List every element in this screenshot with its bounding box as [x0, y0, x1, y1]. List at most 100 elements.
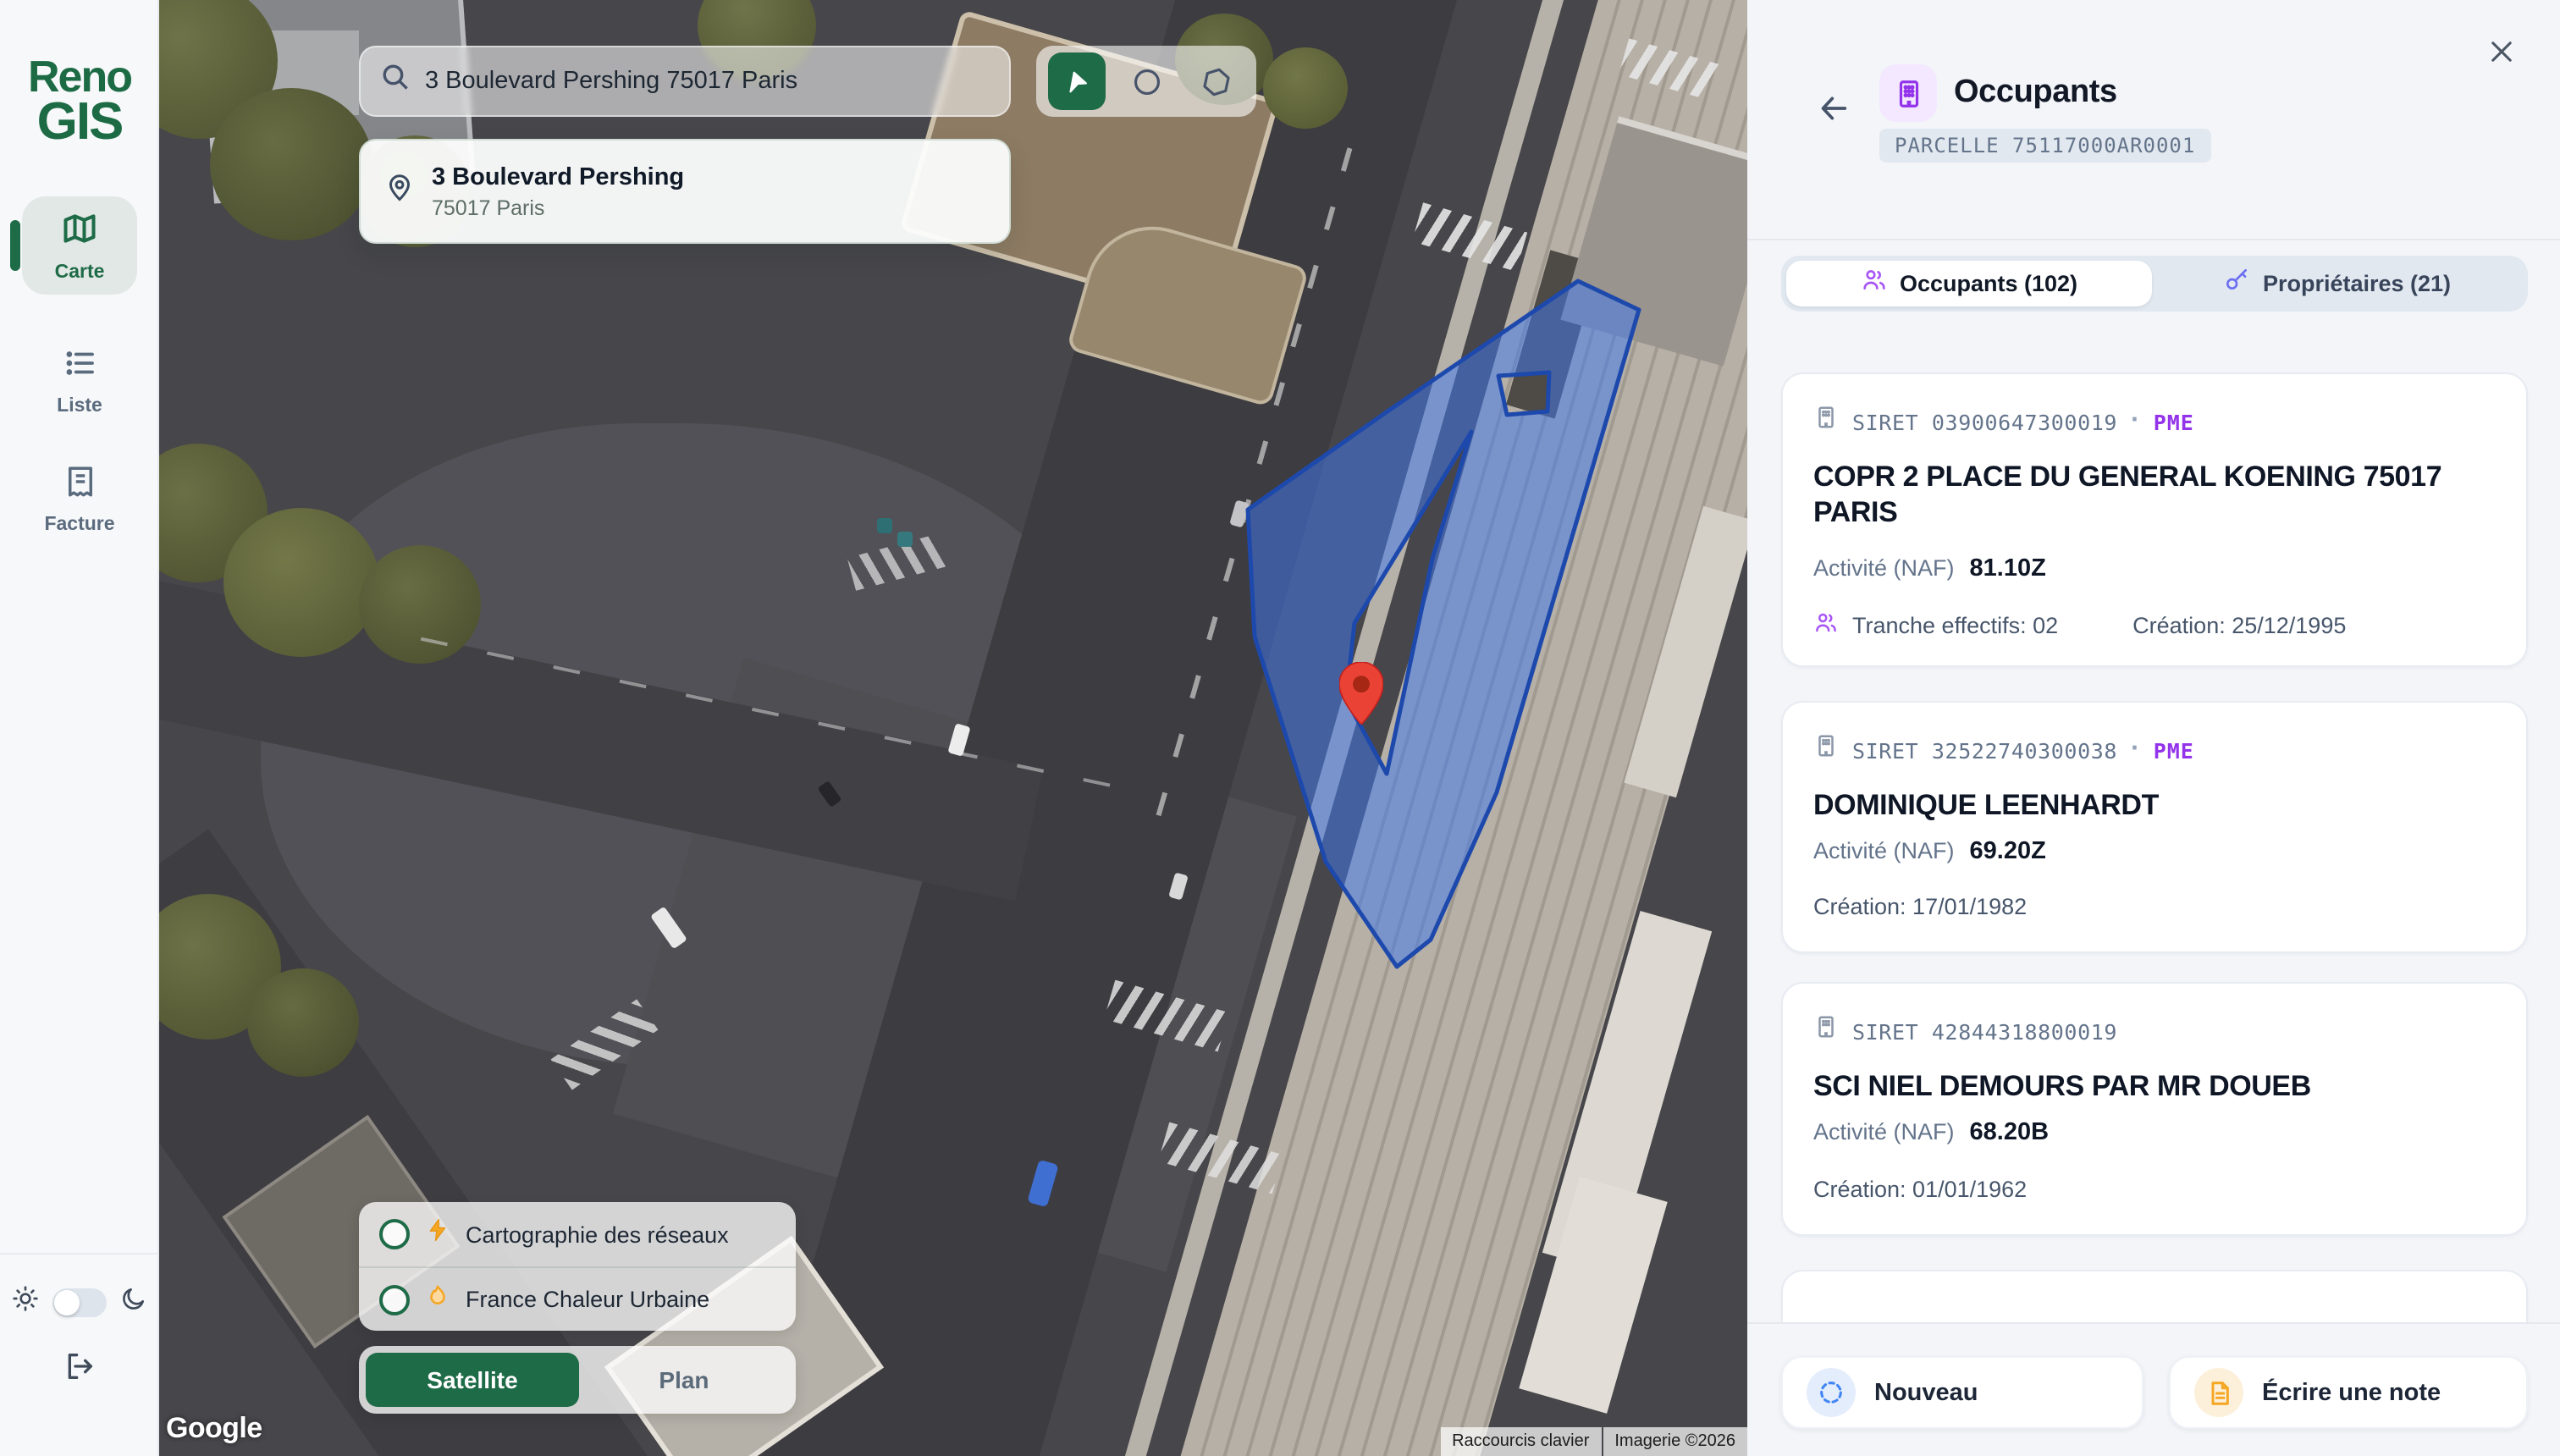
- back-arrow-icon[interactable]: [1815, 91, 1852, 134]
- naf-row: Activité (NAF) 68.20B: [1813, 1118, 2496, 1145]
- tab-label: Occupants (102): [1899, 271, 2078, 296]
- flame-icon: [425, 1282, 450, 1316]
- search-icon: [381, 63, 410, 100]
- basemap-satellite-button[interactable]: Satellite: [366, 1353, 579, 1407]
- tab-proprietaires[interactable]: Propriétaires (21): [2152, 261, 2523, 306]
- occupant-card[interactable]: SIRET 03900647300019 · PME COPR 2 PLACE …: [1781, 372, 2528, 667]
- note-icon: [2194, 1368, 2243, 1417]
- layer-label: France Chaleur Urbaine: [466, 1287, 710, 1312]
- separator: ·: [2131, 735, 2140, 764]
- separator: ·: [2131, 406, 2140, 435]
- result-title: 3 Boulevard Pershing: [432, 163, 685, 190]
- layer-row-chaleur[interactable]: France Chaleur Urbaine: [359, 1266, 796, 1331]
- occupant-card-partial[interactable]: [1781, 1270, 2528, 1327]
- siret-row: SIRET 32522740300038 · PME: [1813, 733, 2496, 767]
- moon-icon: [120, 1285, 147, 1321]
- app-window: 3 Boulevard Pershing 75017 Paris Cartogr…: [0, 0, 2560, 1456]
- sidebar-item-liste[interactable]: Liste: [22, 332, 137, 430]
- switch-knob: [54, 1290, 80, 1315]
- sidebar-item-label: Facture: [44, 515, 115, 535]
- creation-date: Création: 01/01/1962: [1813, 1176, 2028, 1202]
- page-title: Occupants: [1954, 74, 2117, 110]
- location-pin-icon: [384, 172, 415, 211]
- basemap-toggle: Satellite Plan: [359, 1346, 796, 1414]
- panel-footer: Nouveau Écrire une note: [1747, 1322, 2560, 1456]
- sidebar-item-label: Liste: [57, 396, 102, 416]
- siret-row: SIRET 42844318800019: [1813, 1014, 2496, 1048]
- nouveau-button[interactable]: Nouveau: [1781, 1356, 2143, 1429]
- map-marker-icon[interactable]: [1339, 662, 1383, 725]
- meta-row: Création: 17/01/1982: [1813, 893, 2496, 918]
- google-logo: Google: [166, 1412, 262, 1444]
- ecrire-note-button[interactable]: Écrire une note: [2169, 1356, 2528, 1429]
- divider: [1747, 239, 2560, 240]
- logout-icon[interactable]: [63, 1349, 97, 1392]
- meta-row: Tranche effectifs: 02 Création: 25/12/19…: [1813, 610, 2496, 641]
- polygon-draw-tool[interactable]: [1187, 52, 1244, 110]
- naf-code: 81.10Z: [1969, 555, 2046, 583]
- invoice-icon: [62, 464, 97, 508]
- effectifs-value: Tranche effectifs: 02: [1852, 612, 2059, 638]
- layer-radio[interactable]: [379, 1219, 410, 1249]
- theme-toggle-row: [0, 1285, 159, 1321]
- layer-panel: Cartographie des réseaux France Chaleur …: [359, 1202, 796, 1331]
- map-icon: [61, 209, 98, 255]
- tab-occupants[interactable]: Occupants (102): [1786, 261, 2152, 306]
- search-input[interactable]: [425, 68, 989, 95]
- people-icon: [1861, 266, 1888, 301]
- naf-code: 68.20B: [1969, 1118, 2050, 1146]
- naf-row: Activité (NAF) 69.20Z: [1813, 837, 2496, 864]
- people-small-icon: [1813, 610, 1839, 641]
- occupant-name: DOMINIQUE LEENHARDT: [1813, 789, 2159, 821]
- layer-label: Cartographie des réseaux: [466, 1222, 729, 1247]
- siret-number: SIRET 03900647300019: [1852, 409, 2118, 434]
- search-bar[interactable]: [359, 46, 1011, 117]
- sidebar-item-carte[interactable]: Carte: [10, 196, 137, 295]
- tab-bar: Occupants (102) Propriétaires (21): [1781, 256, 2528, 312]
- creation-date: Création: 17/01/1982: [1813, 893, 2028, 919]
- close-icon[interactable]: [2487, 37, 2516, 74]
- draw-tools: [1036, 46, 1256, 117]
- occupant-card[interactable]: SIRET 42844318800019 SCI NIEL DEMOURS PA…: [1781, 982, 2528, 1236]
- sidebar-item-facture[interactable]: Facture: [22, 450, 137, 549]
- siret-number: SIRET 32522740300038: [1852, 737, 2118, 763]
- sidebar: Reno GIS Carte Liste Facture: [0, 0, 159, 1456]
- sidebar-item-label: Carte: [54, 262, 105, 282]
- map-attribution: Raccourcis clavier Imagerie ©2026: [1440, 1427, 1747, 1456]
- button-label: Écrire une note: [2262, 1379, 2441, 1406]
- key-icon: [2224, 266, 2251, 301]
- occupant-name: SCI NIEL DEMOURS PAR MR DOUEB: [1813, 1070, 2311, 1102]
- button-label: Nouveau: [1874, 1379, 1978, 1406]
- sun-icon: [12, 1285, 39, 1321]
- building-small-icon: [1813, 733, 1839, 767]
- search-result-item[interactable]: 3 Boulevard Pershing 75017 Paris: [359, 139, 1011, 244]
- siret-row: SIRET 03900647300019 · PME: [1813, 405, 2496, 438]
- keyboard-shortcuts-link[interactable]: Raccourcis clavier: [1440, 1427, 1602, 1456]
- naf-label: Activité (NAF): [1813, 555, 1955, 582]
- active-indicator: [10, 220, 20, 271]
- occupant-card[interactable]: SIRET 32522740300038 · PME DOMINIQUE LEE…: [1781, 701, 2528, 953]
- pme-badge: PME: [2153, 737, 2194, 763]
- sidebar-footer: [0, 1253, 159, 1456]
- theme-switch[interactable]: [52, 1288, 107, 1317]
- basemap-plan-button[interactable]: Plan: [579, 1366, 789, 1393]
- occupant-name: COPR 2 PLACE DU GENERAL KOENING 75017 PA…: [1813, 461, 2442, 528]
- pme-badge: PME: [2153, 409, 2194, 434]
- building-icon: [1879, 64, 1937, 122]
- result-subtitle: 75017 Paris: [432, 196, 545, 219]
- logo-line2: GIS: [36, 91, 124, 151]
- dashed-circle-icon: [1807, 1368, 1856, 1417]
- building-small-icon: [1813, 405, 1839, 438]
- naf-code: 69.20Z: [1969, 837, 2046, 865]
- circle-draw-tool[interactable]: [1117, 52, 1175, 110]
- layer-row-reseaux[interactable]: Cartographie des réseaux: [359, 1202, 796, 1266]
- layer-radio[interactable]: [379, 1284, 410, 1315]
- parcel-badge: PARCELLE 75117000AR0001: [1879, 129, 2211, 163]
- meta-row: Création: 01/01/1962: [1813, 1176, 2496, 1201]
- building-small-icon: [1813, 1014, 1839, 1048]
- list-icon: [62, 345, 97, 389]
- map-canvas[interactable]: 3 Boulevard Pershing 75017 Paris Cartogr…: [159, 0, 1747, 1456]
- select-arrow-tool[interactable]: [1048, 52, 1106, 110]
- naf-row: Activité (NAF) 81.10Z: [1813, 556, 2496, 583]
- tab-label: Propriétaires (21): [2262, 271, 2452, 296]
